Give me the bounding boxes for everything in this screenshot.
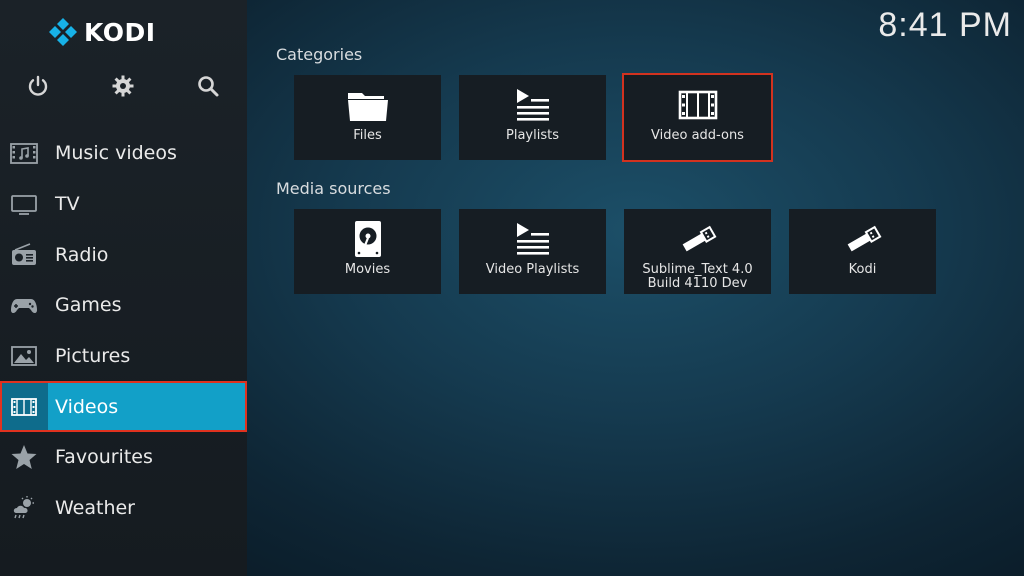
settings-button[interactable] — [105, 68, 141, 104]
categories-heading: Categories — [276, 45, 363, 64]
gamepad-icon — [0, 280, 48, 331]
media-sources-heading: Media sources — [276, 179, 391, 198]
hard-drive-icon — [346, 221, 390, 257]
tile-movies[interactable]: Movies — [294, 209, 441, 294]
tile-label: Video add-ons — [651, 128, 744, 143]
playlist-icon — [511, 87, 555, 123]
sidebar-item-label: Favourites — [55, 446, 153, 469]
categories-row: Files Playlists Video add-ons — [294, 73, 789, 162]
sidebar-item-label: Videos — [55, 395, 119, 418]
sidebar-item-tv[interactable]: TV — [0, 179, 247, 230]
tile-files[interactable]: Files — [294, 75, 441, 160]
sidebar-item-games[interactable]: Games — [0, 280, 247, 331]
settings-gear-icon — [112, 75, 134, 97]
search-icon — [198, 76, 219, 97]
picture-icon — [0, 331, 48, 382]
media-sources-row: Movies Video Playlists Sublime_Text 4.0 … — [294, 209, 954, 294]
main-menu: Music videos TV Radio Games Pictures Vid… — [0, 128, 247, 534]
kodi-logo[interactable]: KODI — [48, 14, 156, 50]
tile-video-add-ons[interactable]: Video add-ons — [622, 73, 773, 162]
tile-kodi[interactable]: Kodi — [789, 209, 936, 294]
sidebar-item-pictures[interactable]: Pictures — [0, 331, 247, 382]
radio-icon — [0, 229, 48, 280]
film-icon — [0, 381, 48, 433]
tile-label: Movies — [344, 262, 391, 277]
tile-sublime-text[interactable]: Sublime_Text 4.0 Build 4110 Dev — [624, 209, 771, 294]
kodi-logo-icon — [49, 18, 77, 46]
weather-icon — [0, 483, 48, 534]
sidebar-item-music-videos[interactable]: Music videos — [0, 128, 247, 179]
folder-icon — [346, 87, 390, 123]
tile-label: Playlists — [506, 128, 559, 143]
sidebar-item-label: Weather — [55, 497, 135, 520]
sidebar-item-label: Pictures — [55, 345, 131, 368]
power-icon — [28, 75, 48, 96]
sidebar-item-videos[interactable]: Videos — [0, 381, 247, 433]
usb-icon — [841, 221, 885, 257]
search-button[interactable] — [190, 68, 226, 104]
star-icon — [0, 432, 48, 483]
film-strip-icon — [676, 87, 720, 123]
clock: 8:41 PM — [878, 6, 1012, 44]
sidebar-item-label: Music videos — [55, 142, 177, 165]
playlist-icon — [511, 221, 555, 257]
app-name: KODI — [84, 17, 156, 47]
sidebar-item-label: Games — [55, 294, 122, 317]
tile-label-line2: Build 4110 Dev — [647, 276, 748, 291]
power-button[interactable] — [20, 68, 56, 104]
tile-video-playlists[interactable]: Video Playlists — [459, 209, 606, 294]
tv-icon — [0, 179, 48, 230]
sidebar-item-weather[interactable]: Weather — [0, 483, 247, 534]
tile-label: Files — [353, 128, 382, 143]
sidebar-item-favourites[interactable]: Favourites — [0, 432, 247, 483]
tile-label: Video Playlists — [485, 262, 580, 277]
tile-playlists[interactable]: Playlists — [459, 75, 606, 160]
tile-label-line1: Sublime_Text 4.0 — [642, 262, 753, 277]
tile-label: Kodi — [848, 262, 877, 277]
sidebar-item-label: Radio — [55, 243, 109, 266]
sidebar-item-label: TV — [55, 193, 80, 216]
music-video-icon — [0, 128, 48, 179]
usb-icon — [676, 221, 720, 257]
sidebar: KODI Music videos TV Radio Games Picture… — [0, 0, 247, 576]
top-icon-bar — [0, 68, 247, 104]
sidebar-item-radio[interactable]: Radio — [0, 229, 247, 280]
tile-label: Sublime_Text 4.0 Build 4110 Dev — [638, 263, 756, 291]
